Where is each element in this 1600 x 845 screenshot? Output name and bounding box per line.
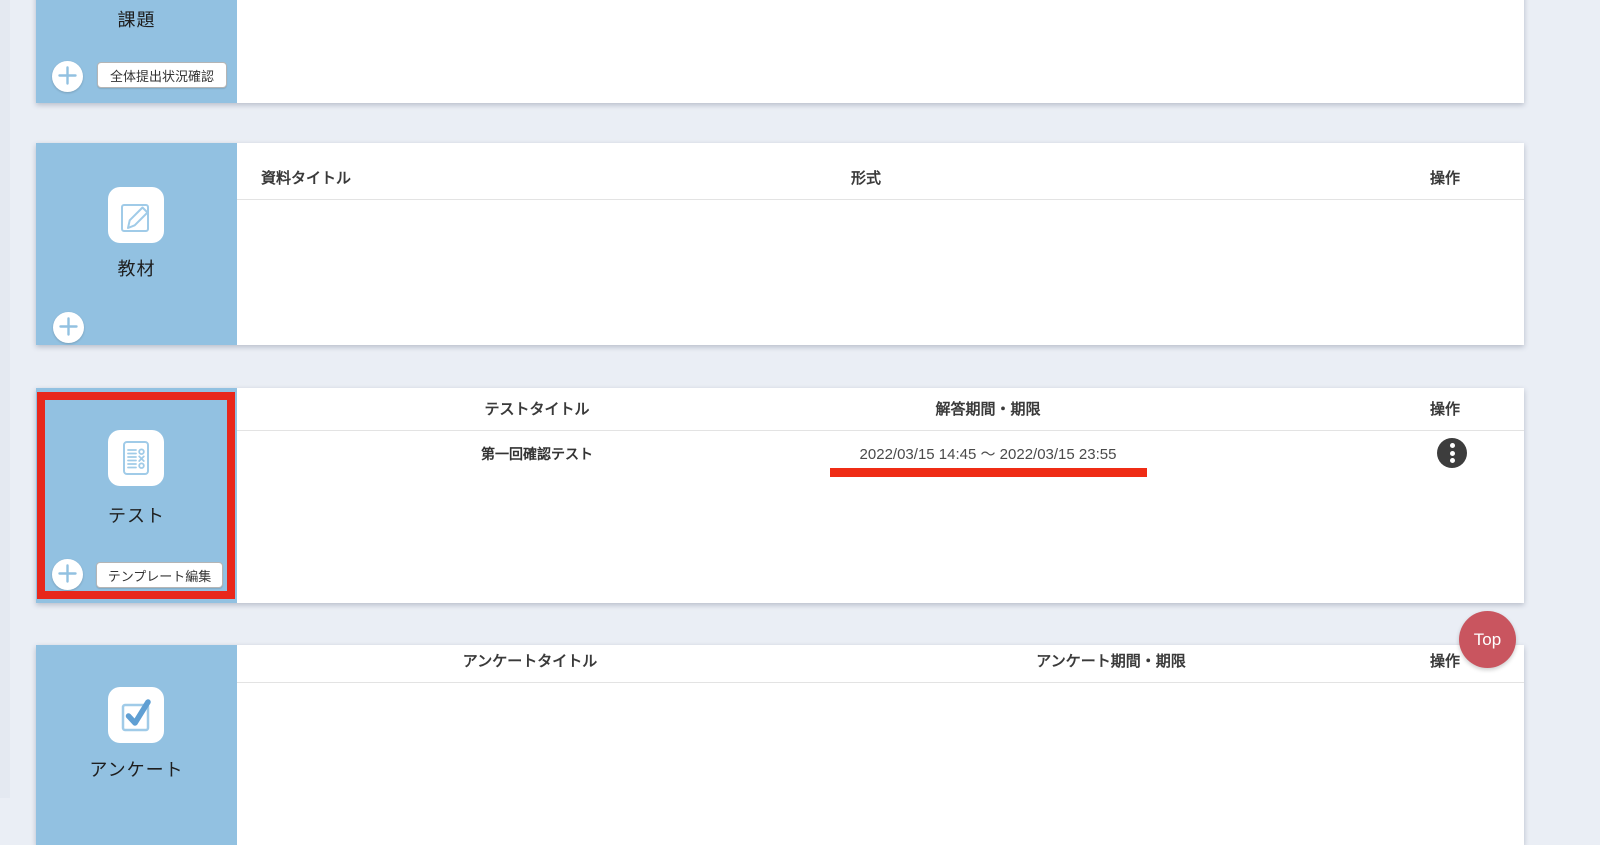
quiz-icon (108, 430, 164, 486)
column-header-test-title: テストタイトル (484, 398, 589, 419)
row-actions-button[interactable] (1437, 438, 1467, 468)
edit-icon (108, 187, 164, 243)
checkbox-icon (108, 687, 164, 743)
scroll-to-top-button[interactable]: Top (1459, 611, 1516, 668)
plus-icon (53, 311, 84, 345)
add-test-button[interactable] (52, 559, 83, 590)
overall-submission-status-button[interactable]: 全体提出状況確認 (97, 62, 227, 88)
sidebar-tile-test[interactable]: テスト テンプレート編集 (36, 388, 237, 603)
column-header-survey-title: アンケートタイトル (463, 650, 597, 671)
add-kadai-button[interactable] (52, 61, 83, 92)
column-header-survey-period: アンケート期間・期限 (1036, 650, 1185, 671)
template-edit-button[interactable]: テンプレート編集 (96, 562, 223, 588)
plus-icon (52, 60, 83, 94)
column-header-operations: 操作 (1430, 167, 1460, 188)
section-anketo: アンケート アンケートタイトル アンケート期間・期限 操作 (36, 645, 1524, 845)
kyozai-table-area: 資料タイトル 形式 操作 (237, 143, 1524, 345)
section-kadai: 課題 全体提出状況確認 (36, 0, 1524, 103)
kyozai-table-header: 資料タイトル 形式 操作 (237, 143, 1524, 200)
section-test: テスト テンプレート編集 テストタイトル 解答期間・期限 操作 第一回確認テスト… (36, 388, 1524, 603)
table-row[interactable]: 第一回確認テスト 2022/03/15 14:45 〜 2022/03/15 2… (237, 431, 1524, 474)
test-title-cell: 第一回確認テスト (481, 444, 593, 464)
answer-period-cell: 2022/03/15 14:45 〜 2022/03/15 23:55 (860, 443, 1117, 464)
column-header-answer-period: 解答期間・期限 (935, 398, 1040, 419)
period-red-underline (830, 468, 1147, 477)
test-table-header: テストタイトル 解答期間・期限 操作 (237, 388, 1524, 431)
test-table-area: テストタイトル 解答期間・期限 操作 第一回確認テスト 2022/03/15 1… (237, 388, 1524, 603)
tile-label-kyozai: 教材 (36, 255, 237, 281)
column-header-format: 形式 (851, 167, 881, 188)
add-kyozai-button[interactable] (53, 312, 84, 343)
plus-icon (52, 558, 83, 592)
anketo-table-header: アンケートタイトル アンケート期間・期限 操作 (237, 645, 1524, 683)
sidebar-tile-anketo[interactable]: アンケート (36, 645, 237, 845)
kebab-menu-icon (1450, 443, 1455, 463)
column-header-material-title: 資料タイトル (261, 167, 351, 188)
section-kyozai: 教材 資料タイトル 形式 操作 (36, 143, 1524, 345)
column-header-operations: 操作 (1430, 398, 1460, 419)
tile-label-test: テスト (36, 502, 237, 528)
anketo-table-area: アンケートタイトル アンケート期間・期限 操作 (237, 645, 1524, 845)
page-left-edge (0, 0, 10, 798)
top-button-label: Top (1474, 630, 1501, 650)
sidebar-tile-kadai[interactable]: 課題 全体提出状況確認 (36, 0, 237, 103)
sidebar-tile-kyozai[interactable]: 教材 (36, 143, 237, 345)
column-header-operations: 操作 (1430, 650, 1460, 671)
tile-label-kadai: 課題 (36, 6, 237, 32)
kadai-table-area (237, 0, 1524, 103)
tile-label-anketo: アンケート (36, 756, 237, 782)
